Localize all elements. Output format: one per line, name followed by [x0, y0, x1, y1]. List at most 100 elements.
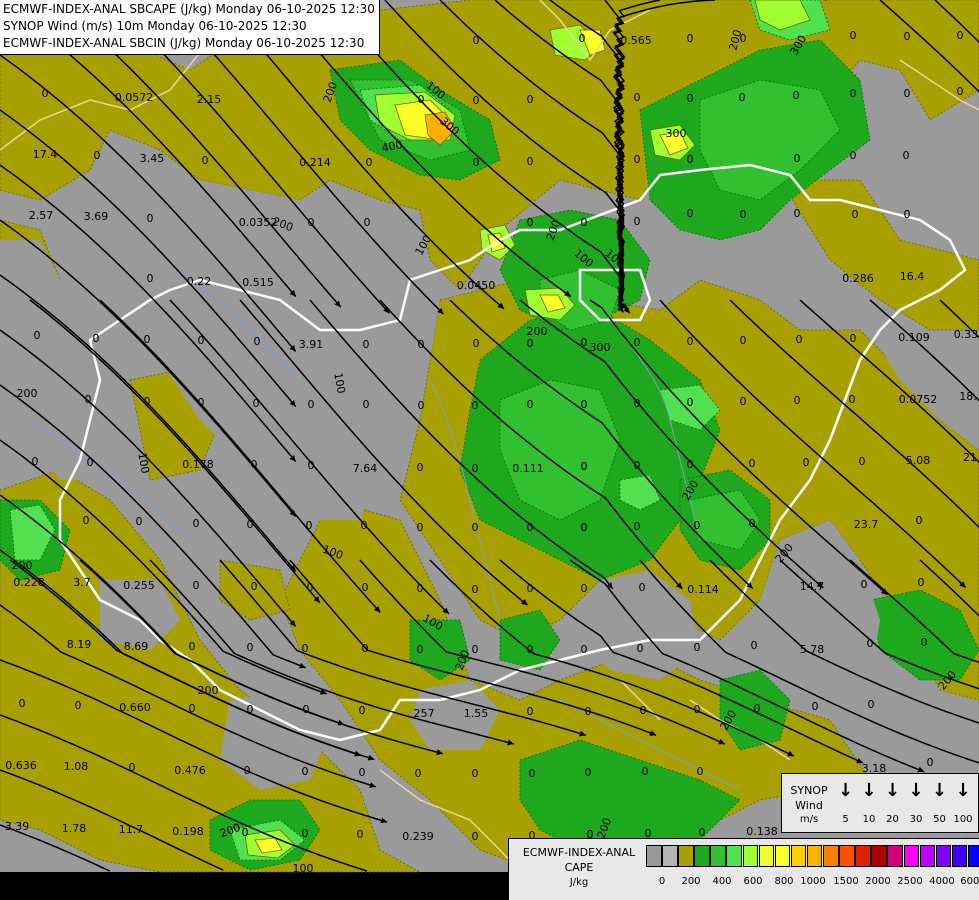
- cin-value-label: 0: [740, 334, 747, 347]
- cin-value-label: 0: [362, 642, 369, 655]
- cin-value-label: 0: [363, 398, 370, 411]
- cin-value-label: 0: [527, 216, 534, 229]
- map-viewer: 100 300 400 200 200 300 300 100 200 100 200 200 300 1…: [0, 0, 979, 900]
- cin-value-label: 8.19: [67, 638, 92, 651]
- cin-value-label: 16.4: [900, 270, 925, 283]
- cin-value-label: 0: [639, 581, 646, 594]
- cape-color-swatch: [790, 845, 807, 867]
- cin-value-label: 0: [417, 582, 424, 595]
- cin-value-label: 0.565: [620, 34, 652, 47]
- cin-value-label: 0: [740, 32, 747, 45]
- cin-value-label: 0: [302, 642, 309, 655]
- cin-value-label: 0: [303, 703, 310, 716]
- cin-value-label: 0: [527, 93, 534, 106]
- cin-value-label: 0.22: [187, 275, 212, 288]
- cape-scale-tick: 400: [712, 876, 732, 887]
- cin-value-label: 0.0752: [899, 393, 938, 406]
- cape-color-swatch: [839, 845, 855, 867]
- cape-color-swatch: [726, 845, 742, 867]
- cin-value-label: 0: [473, 34, 480, 47]
- cape-scale-ticks: 0 200 400 600 800 1000 1500 2000 2500 4000 6000: [646, 876, 979, 890]
- cin-value-label: 0: [527, 705, 534, 718]
- cin-value-label: 0: [581, 216, 588, 229]
- cin-value-label: 0: [634, 520, 641, 533]
- cin-value-label: 0: [472, 399, 479, 412]
- synop-wind-legend: SYNOP Wind m/s ↓ 5 ↓ 10 ↓ 20 ↓ 30 ↓ 50 ↓ 100: [781, 773, 979, 833]
- cin-value-label: 3.45: [140, 152, 165, 165]
- wind-speed-value: 5: [842, 814, 849, 825]
- cin-value-label: 0: [417, 521, 424, 534]
- cin-value-label: 0: [418, 93, 425, 106]
- cin-value-label: 0: [147, 212, 154, 225]
- cin-value-label: 0: [254, 335, 261, 348]
- cin-value-label: 0: [527, 582, 534, 595]
- wind-arrow-icon: ↓: [908, 780, 924, 801]
- cin-value-label: 0: [634, 215, 641, 228]
- cin-value-label: 0: [918, 576, 925, 589]
- cin-value-label: 0: [803, 456, 810, 469]
- cape-scale-tick: 4000: [929, 876, 955, 887]
- cin-value-label: 0: [472, 643, 479, 656]
- cin-value-label: 0: [19, 697, 26, 710]
- cin-value-label: 0: [136, 515, 143, 528]
- cin-value-label: 0: [694, 703, 701, 716]
- cin-value-label: 0: [244, 764, 251, 777]
- cape-contour-label: 300: [666, 127, 687, 140]
- cape-scale-tick: 0: [658, 876, 666, 887]
- cin-value-label: 0: [585, 766, 592, 779]
- cin-value-label: 0: [359, 704, 366, 717]
- title-synop-wind: SYNOP Wind (m/s) 10m Monday 06-10-2025 1…: [3, 19, 307, 33]
- cin-value-label: 0: [904, 30, 911, 43]
- cin-value-label: 0: [850, 87, 857, 100]
- cin-value-label: 0: [812, 700, 819, 713]
- cin-value-label: 0: [749, 517, 756, 530]
- cin-value-label: 23.7: [854, 518, 879, 531]
- cin-value-label: 0: [472, 583, 479, 596]
- cin-value-label: 0: [850, 29, 857, 42]
- wind-arrow-icon: ↓: [884, 780, 901, 801]
- cin-value-label: 0: [634, 459, 641, 472]
- cin-value-label: 0: [472, 521, 479, 534]
- cin-value-label: 0: [687, 396, 694, 409]
- cape-color-swatch: [678, 845, 694, 867]
- cin-value-label: 0: [34, 329, 41, 342]
- wind-speed-value: 30: [909, 814, 923, 825]
- cin-value-label: 0: [251, 458, 258, 471]
- cin-value-label: 0: [415, 767, 422, 780]
- wind-speed-column: ↓ 30: [905, 780, 928, 827]
- cin-value-label: 0.636: [5, 759, 37, 772]
- cin-value-label: 0: [579, 32, 586, 45]
- cin-value-label: 8.69: [124, 640, 149, 653]
- cin-value-label: 5.78: [800, 643, 825, 656]
- cape-contour-label: 200: [198, 684, 219, 697]
- cin-value-label: 0: [581, 398, 588, 411]
- cin-value-label: 0: [754, 702, 761, 715]
- cin-value-label: 0: [308, 216, 315, 229]
- wind-speed-value: 20: [886, 814, 899, 825]
- cin-value-label: 0.476: [174, 764, 206, 777]
- cin-value-label: 0: [363, 338, 370, 351]
- cin-value-label: 0: [687, 92, 694, 105]
- cin-value-label: 0: [357, 828, 364, 841]
- cin-value-label: 0.198: [172, 825, 204, 838]
- wind-speed-value: 50: [933, 814, 946, 825]
- cin-value-label: 0: [198, 334, 205, 347]
- cin-value-label: 0.0450: [457, 279, 496, 292]
- cin-value-label: 1.08: [64, 760, 89, 773]
- cin-value-label: 0: [796, 333, 803, 346]
- cin-value-label: 0: [749, 457, 756, 470]
- cin-value-label: 0: [739, 91, 746, 104]
- cin-value-label: 0: [849, 393, 856, 406]
- cin-value-label: 0: [417, 643, 424, 656]
- cin-value-label: 0: [366, 156, 373, 169]
- cin-value-label: 0: [850, 149, 857, 162]
- cin-value-label: 0: [751, 639, 758, 652]
- cin-value-label: 0: [83, 514, 90, 527]
- wind-arrow-icon: ↓: [931, 780, 948, 801]
- cin-value-label: 0: [687, 335, 694, 348]
- cin-value-label: 0: [687, 32, 694, 45]
- cape-color-legend: ECMWF-INDEX-ANAL CAPE J/kg 0 200 400 600 800…: [508, 838, 979, 900]
- title-cape: ECMWF-INDEX-ANAL SBCAPE (J/kg) Monday 06…: [3, 2, 375, 16]
- cin-value-label: 0: [242, 826, 249, 839]
- cin-value-label: 0: [529, 767, 536, 780]
